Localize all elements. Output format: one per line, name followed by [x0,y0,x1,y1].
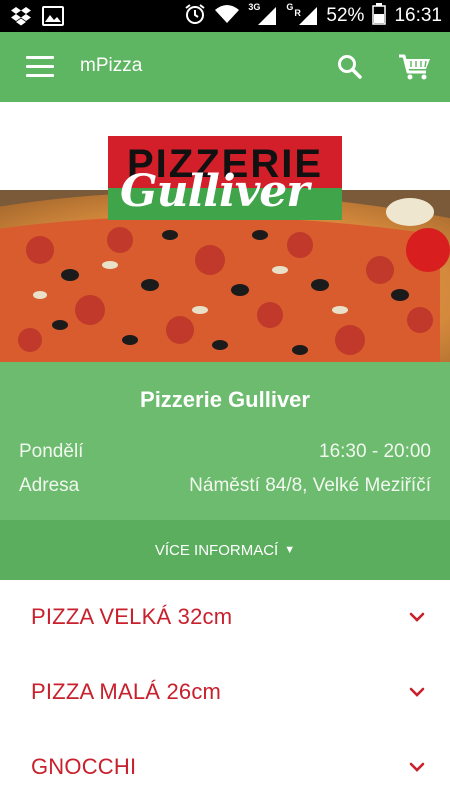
dropdown-arrow-icon: ▼ [284,544,296,556]
app-bar: mPizza [0,32,450,102]
hours-value: 16:30 - 20:00 [319,441,431,462]
chevron-down-icon [409,762,425,772]
signal-icon [258,7,277,25]
net-g-label: G [286,2,294,12]
dropbox-icon [10,6,32,31]
wifi-icon [214,4,240,29]
restaurant-logo: PIZZERIE Gulliver [108,136,342,220]
search-icon[interactable] [336,53,364,81]
chevron-down-icon [409,687,425,697]
category-pizza-mala[interactable]: PIZZA MALÁ 26cm [0,655,450,730]
address-value: Náměstí 84/8, Velké Meziříčí [189,475,431,496]
category-pizza-velka[interactable]: PIZZA VELKÁ 32cm [0,580,450,655]
category-label: GNOCCHI [31,754,137,779]
chevron-down-icon [409,612,425,622]
logo-script-text: Gulliver [120,166,309,217]
day-label: Pondělí [19,441,84,462]
more-info-button[interactable]: VÍCE INFORMACÍ ▼ [0,520,450,580]
signal-g: G R [286,2,318,27]
status-bar: 3G G R 52% 16:31 [0,0,450,32]
category-gnocchi[interactable]: GNOCCHI [0,730,450,800]
image-icon [42,6,64,31]
category-label: PIZZA MALÁ 26cm [31,679,222,704]
cart-icon[interactable] [397,53,433,81]
signal-icon [299,7,318,25]
status-left [10,6,64,31]
restaurant-name: Pizzerie Gulliver [140,387,310,412]
clock: 16:31 [394,5,442,26]
app-title: mPizza [80,55,143,76]
menu-category-list: PIZZA VELKÁ 32cm PIZZA MALÁ 26cm GNOCCHI [0,580,450,800]
hero-banner: PIZZERIE Gulliver [0,102,450,362]
status-right: 3G G R 52% 16:31 [184,0,442,32]
menu-icon[interactable] [26,56,54,78]
alarm-icon [184,3,206,30]
address-label: Adresa [19,475,80,496]
battery-percent: 52% [326,5,365,26]
restaurant-info: Pizzerie Gulliver Pondělí 16:30 - 20:00 … [0,362,450,520]
category-label: PIZZA VELKÁ 32cm [31,604,233,629]
address-row: Adresa Náměstí 84/8, Velké Meziříčí [19,475,431,497]
signal-3g: 3G [248,2,278,27]
opening-hours-row: Pondělí 16:30 - 20:00 [19,441,431,463]
more-info-label: VÍCE INFORMACÍ [154,541,279,559]
battery-icon [372,2,387,30]
